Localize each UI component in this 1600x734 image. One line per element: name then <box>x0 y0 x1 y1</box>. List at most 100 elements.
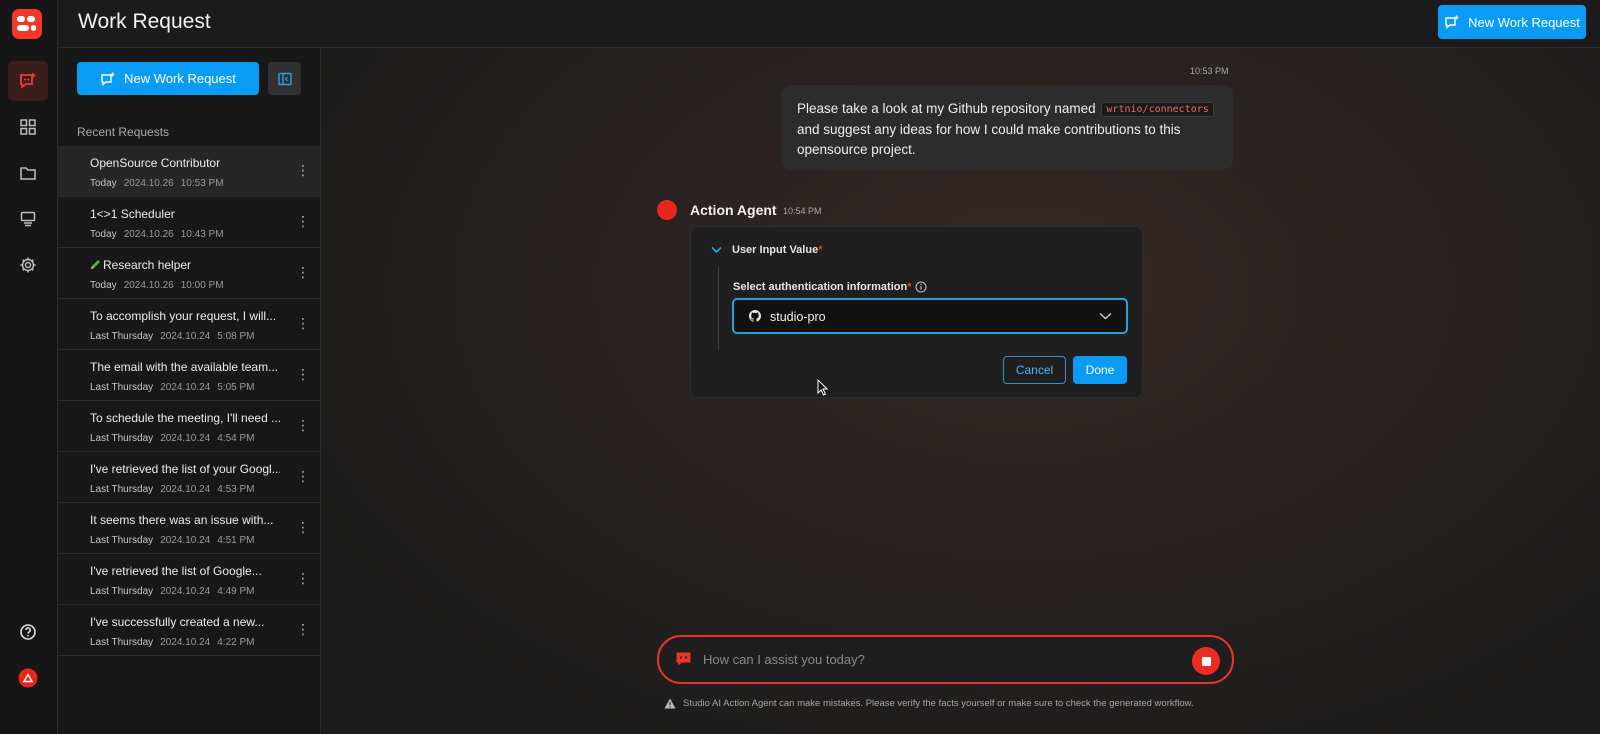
selected-auth-value: studio-pro <box>770 310 826 324</box>
grid-icon <box>20 119 36 135</box>
gear-icon <box>20 257 36 273</box>
auth-select[interactable]: studio-pro <box>732 298 1128 334</box>
new-work-request-button[interactable]: New Work Request <box>1438 5 1586 39</box>
rail-help[interactable] <box>8 612 48 652</box>
user-message-text-continued: and suggest any ideas for how I could ma… <box>797 122 1181 157</box>
more-options-icon[interactable]: ⋮ <box>296 418 310 432</box>
disclaimer: Studio AI Action Agent can make mistakes… <box>664 698 1194 709</box>
card-section-title: User Input Value* <box>732 244 823 256</box>
request-title: OpenSource Contributor <box>90 156 221 170</box>
request-meta: Last Thursday 2024.10.24 4:51 PM <box>90 535 255 546</box>
agent-name: Action Agent <box>690 202 777 218</box>
request-title: I've retrieved the list of your Googl... <box>90 462 280 476</box>
request-meta: Last Thursday 2024.10.24 5:05 PM <box>90 382 255 393</box>
work-request-icon <box>20 73 36 89</box>
request-meta: Today 2024.10.26 10:53 PM <box>90 178 224 189</box>
list-item[interactable]: The email with the available team... Las… <box>58 350 320 401</box>
list-item[interactable]: To accomplish your request, I will... La… <box>58 299 320 350</box>
more-options-icon[interactable]: ⋮ <box>296 469 310 483</box>
request-title: Research helper <box>90 258 280 272</box>
list-item[interactable]: It seems there was an issue with... Last… <box>58 503 320 554</box>
more-options-icon[interactable]: ⋮ <box>296 622 310 636</box>
new-request-icon <box>101 72 115 86</box>
left-rail <box>0 0 58 734</box>
more-options-icon[interactable]: ⋮ <box>296 520 310 534</box>
sidebar-new-work-request-button[interactable]: New Work Request <box>77 62 259 95</box>
request-title: 1<>1 Scheduler <box>90 207 175 221</box>
collapse-sidebar-button[interactable] <box>268 62 301 95</box>
request-title: I've retrieved the list of Google... <box>90 564 262 578</box>
chat-input-box[interactable]: How can I assist you today? <box>657 635 1234 684</box>
request-meta: Last Thursday 2024.10.24 4:22 PM <box>90 637 255 648</box>
request-title: I've successfully created a new... <box>90 615 265 629</box>
folder-icon <box>20 167 36 180</box>
done-button[interactable]: Done <box>1073 356 1127 384</box>
rail-work-request[interactable] <box>8 61 48 101</box>
request-meta: Today 2024.10.26 10:43 PM <box>90 229 224 240</box>
cancel-button[interactable]: Cancel <box>1003 356 1066 384</box>
logo-icon <box>17 16 36 31</box>
more-options-icon[interactable]: ⋮ <box>296 367 310 381</box>
list-item[interactable]: OpenSource Contributor Today 2024.10.26 10… <box>58 146 320 197</box>
page-title: Work Request <box>78 10 211 33</box>
request-title: It seems there was an issue with... <box>90 513 274 527</box>
request-title: To schedule the meeting, I'll need ... <box>90 411 280 425</box>
rail-templates[interactable] <box>8 199 48 239</box>
mouse-cursor-icon <box>817 379 828 396</box>
chat-input-placeholder: How can I assist you today? <box>703 652 865 667</box>
chevron-down-icon[interactable] <box>711 246 722 254</box>
chat-bubble-icon <box>676 652 691 666</box>
list-item[interactable]: Research helper Today 2024.10.26 10:00 PM … <box>58 248 320 299</box>
rail-files[interactable] <box>8 153 48 193</box>
list-item[interactable]: I've retrieved the list of your Googl...… <box>58 452 320 503</box>
request-meta: Last Thursday 2024.10.24 4:49 PM <box>90 586 255 597</box>
list-item[interactable]: I've retrieved the list of Google... Las… <box>58 554 320 605</box>
app-logo[interactable] <box>12 9 42 39</box>
user-message-time: 10:53 PM <box>1190 66 1229 76</box>
avatar <box>18 668 38 688</box>
rail-settings[interactable] <box>8 245 48 285</box>
more-options-icon[interactable]: ⋮ <box>296 163 310 177</box>
request-meta: Last Thursday 2024.10.24 4:54 PM <box>90 433 255 444</box>
more-options-icon[interactable]: ⋮ <box>296 214 310 228</box>
card-divider <box>718 267 719 350</box>
sidebar-new-work-request-label: New Work Request <box>124 71 236 86</box>
more-options-icon[interactable]: ⋮ <box>296 571 310 585</box>
request-title: The email with the available team... <box>90 360 279 374</box>
github-icon <box>749 310 761 322</box>
user-message-bubble: Please take a look at my Github reposito… <box>781 85 1233 170</box>
list-item[interactable]: 1<>1 Scheduler Today 2024.10.26 10:43 PM ⋮ <box>58 197 320 248</box>
more-options-icon[interactable]: ⋮ <box>296 316 310 330</box>
more-options-icon[interactable]: ⋮ <box>296 265 310 279</box>
pencil-icon <box>91 260 100 269</box>
user-message-text: Please take a look at my Github reposito… <box>797 101 1096 116</box>
list-item[interactable]: I've successfully created a new... Last … <box>58 605 320 656</box>
agent-message-time: 10:54 PM <box>783 206 822 216</box>
user-avatar[interactable] <box>8 658 48 698</box>
rail-dashboard[interactable] <box>8 107 48 147</box>
auth-field-label: Select authentication information* <box>733 281 912 293</box>
agent-avatar <box>657 200 677 220</box>
recent-requests-list: OpenSource Contributor Today 2024.10.26 10… <box>58 146 320 656</box>
disclaimer-text: Studio AI Action Agent can make mistakes… <box>683 698 1194 709</box>
template-icon <box>20 211 36 227</box>
stop-button[interactable] <box>1192 647 1220 675</box>
request-meta: Today 2024.10.26 10:00 PM <box>90 280 224 291</box>
request-title: To accomplish your request, I will... <box>90 309 277 323</box>
user-input-card: User Input Value* Select authentication … <box>690 226 1143 398</box>
request-meta: Last Thursday 2024.10.24 5:08 PM <box>90 331 255 342</box>
new-work-request-label: New Work Request <box>1468 14 1580 30</box>
sidebar-toggle-icon <box>277 72 292 85</box>
top-bar: Work Request New Work Request <box>58 0 1600 48</box>
info-icon[interactable] <box>915 281 927 293</box>
request-meta: Last Thursday 2024.10.24 4:53 PM <box>90 484 255 495</box>
chevron-down-icon <box>1099 312 1112 320</box>
stop-icon <box>1201 656 1211 666</box>
help-icon <box>20 624 36 640</box>
list-item[interactable]: To schedule the meeting, I'll need ... L… <box>58 401 320 452</box>
chat-area: 10:53 PM Please take a look at my Github… <box>321 48 1600 734</box>
recent-requests-sidebar: New Work Request Recent Requests OpenSou… <box>58 48 321 734</box>
repository-code: wrtnio/connectors <box>1101 102 1214 117</box>
recent-requests-heading: Recent Requests <box>77 125 170 139</box>
new-request-icon <box>1445 15 1459 29</box>
